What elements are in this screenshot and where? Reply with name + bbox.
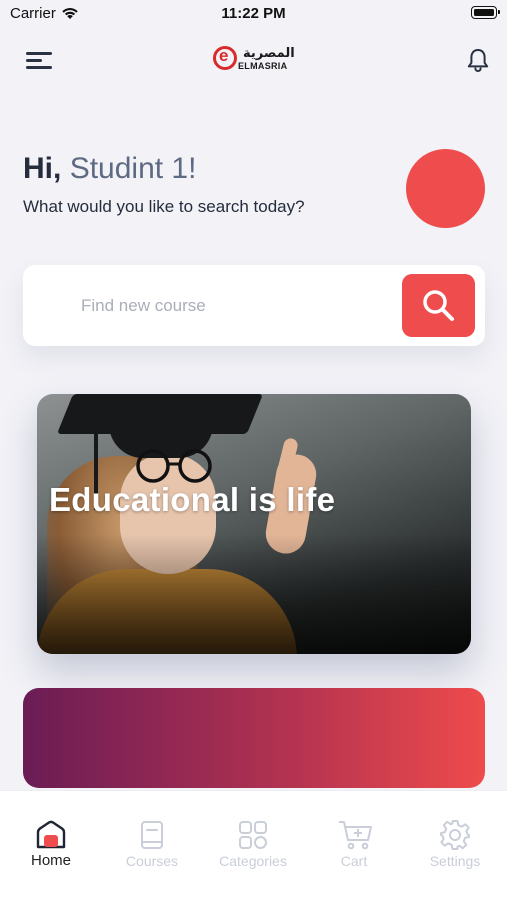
search-icon	[423, 290, 454, 321]
tab-label: Home	[30, 852, 71, 869]
tab-label: Cart	[340, 853, 368, 869]
greeting-heading: Hi, Studint 1!	[23, 152, 196, 186]
greeting-hi: Hi,	[23, 152, 62, 185]
grid-icon	[239, 821, 267, 849]
promo-card[interactable]	[23, 688, 485, 788]
home-icon	[36, 820, 66, 849]
logo-mark-icon	[213, 46, 237, 70]
tab-bar: Home Courses Categories Cart Settings	[0, 790, 507, 901]
menu-line	[26, 59, 42, 62]
clock: 11:22 PM	[221, 5, 286, 22]
search-button[interactable]	[402, 274, 475, 337]
search-input[interactable]	[79, 290, 393, 322]
tab-home[interactable]: Home	[1, 791, 101, 891]
search-card	[23, 265, 485, 346]
tab-label: Categories	[219, 853, 287, 869]
cart-icon	[339, 821, 372, 850]
tab-label: Courses	[125, 853, 179, 869]
banner-title: Educational is life	[49, 481, 336, 518]
graduation-cap-icon	[56, 394, 264, 434]
tab-courses[interactable]: Courses	[102, 791, 202, 891]
logo-arabic-text: المصرية	[243, 45, 295, 60]
notifications-button[interactable]	[464, 46, 492, 74]
book-icon	[141, 821, 163, 849]
status-bar: Carrier 11:22 PM	[0, 0, 507, 28]
glasses-icon	[136, 449, 212, 483]
gear-icon	[440, 820, 470, 850]
tab-settings[interactable]: Settings	[405, 791, 505, 891]
tab-cart[interactable]: Cart	[304, 791, 404, 891]
menu-line	[26, 66, 52, 69]
menu-button[interactable]	[24, 47, 56, 73]
featured-banner[interactable]: Educational is life	[37, 394, 471, 654]
bell-icon	[467, 49, 489, 72]
avatar[interactable]	[406, 149, 485, 228]
menu-line	[26, 52, 52, 55]
tab-categories[interactable]: Categories	[203, 791, 303, 891]
tab-label: Settings	[429, 853, 481, 869]
logo-english-text: ELMASRIA	[238, 61, 288, 71]
app-logo: المصرية ELMASRIA	[213, 44, 295, 74]
student-name: Studint 1!	[69, 152, 197, 185]
battery-icon	[471, 6, 500, 19]
banner-shade	[37, 534, 471, 654]
greeting-subtitle: What would you like to search today?	[23, 197, 305, 216]
